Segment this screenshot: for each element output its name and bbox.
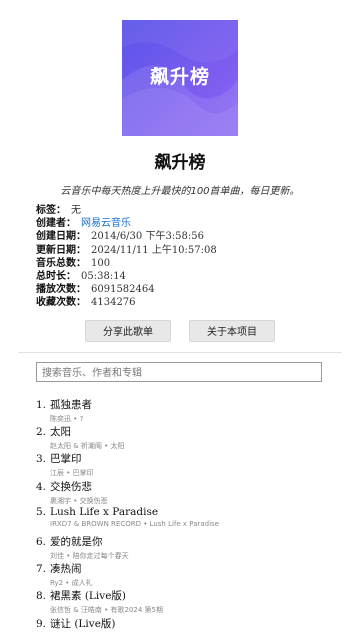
meta-creator-label: 创建者： [36,218,76,230]
meta-updated: 更新日期： 2024/11/11 上午10:57:08 [36,244,360,257]
playlist-cover-wrapper: 飙升榜 [0,0,360,136]
meta-plays: 播放次数： 6091582464 [36,283,360,296]
playlist-meta: 标签： 无 创建者： 网易云音乐 创建日期： 2014/6/30 下午3:58:… [36,204,360,310]
track-number: 7. [36,562,47,575]
track-artist-album: 赵太阳 & 祈潮阁 • 太阳 [50,442,125,451]
track-item[interactable]: 3. 巴掌印 江辰 • 巴掌印 [36,451,360,478]
track-number: 3. [36,453,47,466]
track-title: 裙黑素 (Live版) [50,590,127,603]
meta-created: 创建日期： 2014/6/30 下午3:58:56 [36,230,360,243]
meta-track-count-label: 音乐总数： [36,257,86,269]
track-title: 凑热闹 [50,562,82,575]
track-line: 3. 巴掌印 [36,451,360,466]
about-project-button[interactable]: 关于本项目 [189,319,275,342]
track-line: 2. 太阳 [36,424,360,439]
track-title: 巴掌印 [50,453,82,466]
meta-duration: 总时长： 05:38:14 [36,270,360,283]
track-title: 孤独患者 [50,398,92,411]
track-line: 4. 交换伤悲 [36,479,360,494]
track-number: 1. [36,398,47,411]
track-item[interactable]: 4. 交换伤悲 裹湘宇 • 交换伤悲 [36,479,360,506]
track-number: 8. [36,590,47,603]
meta-favorites-value: 4134276 [91,297,136,309]
track-line: 1. 孤独患者 [36,397,360,412]
meta-updated-value: 2024/11/11 上午10:57:08 [91,244,217,256]
creator-link[interactable]: 网易云音乐 [81,217,131,230]
meta-plays-label: 播放次数： [36,284,86,296]
track-line: 6. 爱的就是你 [36,534,360,549]
track-number: 9. [36,617,47,630]
share-playlist-button[interactable]: 分享此歌单 [85,319,171,342]
meta-track-count-value: 100 [91,257,111,269]
meta-creator: 创建者： 网易云音乐 [36,217,360,230]
meta-created-value: 2014/6/30 下午3:58:56 [91,231,205,243]
section-divider [18,351,342,353]
track-item[interactable]: 7. 凑热闹 Ry2 • 成人礼 [36,561,360,588]
meta-tags-label: 标签： [36,205,66,216]
track-number: 4. [36,480,47,493]
track-number: 5. [36,506,47,519]
meta-tags: 标签： 无 [36,204,360,217]
meta-tags-value: 无 [71,205,81,216]
track-item[interactable]: 6. 爱的就是你 刘佳 • 陪你走过每个春天 [36,534,360,561]
track-item[interactable]: 5. Lush Life x Paradise IRXD7 & BROWN REC… [36,506,360,533]
track-item[interactable]: 9. 谜让 (Live版) [36,616,360,643]
track-title: 谜让 (Live版) [50,617,116,630]
playlist-cover: 飙升榜 [122,20,238,136]
meta-duration-label: 总时长： [36,271,76,283]
track-title: Lush Life x Paradise [50,506,159,519]
track-artist-album: 张信哲 & 汪皓南 • 有歌2024 第5期 [50,606,163,615]
track-item[interactable]: 1. 孤独患者 陈奕迅 • ? [36,397,360,424]
track-artist-album: 江辰 • 巴掌印 [50,469,94,478]
meta-updated-label: 更新日期： [36,244,86,256]
meta-track-count: 音乐总数： 100 [36,257,360,270]
meta-favorites-label: 收藏次数： [36,297,86,309]
track-number: 2. [36,426,47,439]
track-line: 7. 凑热闹 [36,561,360,576]
track-title: 爱的就是你 [50,535,103,548]
track-artist-album: 刘佳 • 陪你走过每个春天 [50,551,129,560]
track-number: 6. [36,535,47,548]
track-title: 太阳 [50,426,71,439]
search-input[interactable]: 搜索音乐、作者和专辑 [36,361,322,382]
track-line: 9. 谜让 (Live版) [36,616,360,631]
track-line: 8. 裙黑素 (Live版) [36,588,360,603]
playlist-title: 飙升榜 [154,153,206,173]
track-list: 1. 孤独患者 陈奕迅 • ? 2. 太阳 赵太阳 & 祈潮阁 • 太阳 3. 巴掌印… [0,397,360,643]
cover-title: 飙升榜 [149,66,210,88]
track-title: 交换伤悲 [50,480,92,493]
track-artist-album: IRXD7 & BROWN RECORD • Lush Life x Parad… [50,520,219,529]
track-item[interactable]: 2. 太阳 赵太阳 & 祈潮阁 • 太阳 [36,424,360,451]
track-artist-album: 裹湘宇 • 交换伤悲 [50,496,108,505]
meta-plays-value: 6091582464 [91,284,155,296]
meta-favorites: 收藏次数： 4134276 [36,296,360,309]
playlist-description: 云音乐中每天热度上升最快的100首单曲，每日更新。 [60,186,300,197]
track-artist-album: 陈奕迅 • ? [50,414,84,423]
track-line: 5. Lush Life x Paradise [36,506,360,518]
meta-duration-value: 05:38:14 [81,271,126,283]
track-artist-album: Ry2 • 成人礼 [50,578,93,587]
action-buttons: 分享此歌单 关于本项目 [0,319,360,342]
track-item[interactable]: 8. 裙黑素 (Live版) 张信哲 & 汪皓南 • 有歌2024 第5期 [36,588,360,615]
meta-created-label: 创建日期： [36,231,86,243]
